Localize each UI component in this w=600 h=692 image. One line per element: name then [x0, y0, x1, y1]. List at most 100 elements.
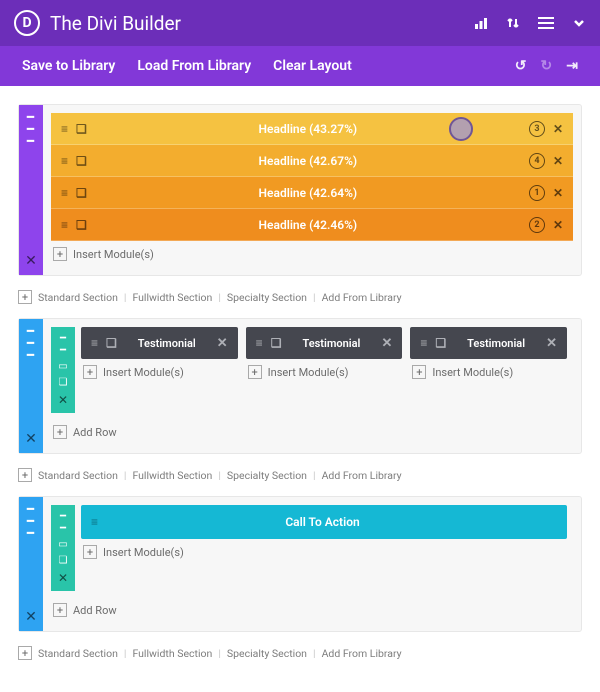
save-to-library-button[interactable]: Save to Library [22, 58, 115, 74]
drag-icon[interactable]: ≡ [420, 336, 427, 350]
close-icon[interactable]: ✕ [553, 218, 563, 232]
drag-icon[interactable]: ≡ [91, 336, 98, 350]
row-body: ≡ Call To Action +Insert Module(s) [75, 505, 573, 591]
duplicate-icon[interactable]: ❏ [76, 122, 87, 136]
insert-module-button[interactable]: +Insert Module(s) [246, 359, 403, 385]
duplicate-icon[interactable]: ❏ [271, 336, 282, 350]
module-headline[interactable]: ≡❏ Headline (42.64%) 1✕ [51, 177, 573, 209]
specialty-section-link[interactable]: Specialty Section [227, 647, 307, 660]
drag-icon[interactable]: ━━━ [27, 325, 35, 361]
cursor-indicator [449, 117, 473, 141]
drag-icon[interactable]: ≡ [256, 336, 263, 350]
row-handle[interactable]: ━━ ▭ ❏ ✕ [51, 505, 75, 591]
duplicate-icon[interactable]: ❏ [59, 377, 68, 389]
insert-module-button[interactable]: +Insert Module(s) [81, 539, 567, 565]
sort-icon[interactable] [506, 16, 520, 30]
insert-label: Insert Module(s) [73, 248, 154, 261]
specialty-section-link[interactable]: Specialty Section [227, 291, 307, 304]
fullwidth-section-link[interactable]: Fullwidth Section [132, 647, 212, 660]
module-testimonial[interactable]: ≡ ❏ Testimonial ✕ [81, 327, 238, 359]
plus-icon: + [18, 468, 32, 482]
fullwidth-section-link[interactable]: Fullwidth Section [132, 469, 212, 482]
drag-icon[interactable]: ━━ [60, 333, 66, 357]
close-icon[interactable]: ✕ [207, 336, 238, 351]
section-handle[interactable]: ━━━ ✕ [19, 105, 43, 275]
close-icon[interactable]: ✕ [25, 603, 37, 631]
specialty-section-link[interactable]: Specialty Section [227, 469, 307, 482]
drag-icon[interactable]: ≡ [91, 515, 98, 529]
drag-icon[interactable]: ≡ [61, 154, 68, 168]
row: ━━ ▭ ❏ ✕ ≡ Call To Action +Insert Module… [51, 505, 573, 591]
module-cta[interactable]: ≡ Call To Action [81, 505, 567, 539]
close-icon[interactable]: ✕ [25, 247, 37, 275]
clear-layout-button[interactable]: Clear Layout [273, 58, 352, 74]
duplicate-icon[interactable]: ❏ [76, 186, 87, 200]
module-label: Testimonial [127, 337, 207, 350]
columns-icon[interactable]: ▭ [58, 539, 67, 551]
drag-icon[interactable]: ≡ [61, 122, 68, 136]
standard-section-link[interactable]: Standard Section [38, 647, 118, 660]
header-subbar: Save to Library Load From Library Clear … [0, 46, 600, 86]
close-icon[interactable]: ✕ [553, 122, 563, 136]
module-testimonial[interactable]: ≡❏ Testimonial ✕ [246, 327, 403, 359]
close-icon[interactable]: ✕ [553, 186, 563, 200]
module-controls[interactable]: ≡❏ [51, 186, 97, 200]
close-icon[interactable]: ✕ [536, 336, 567, 351]
columns-icon[interactable]: ▭ [58, 361, 67, 373]
standard-section-link[interactable]: Standard Section [38, 469, 118, 482]
module-controls[interactable]: ≡❏ [51, 154, 97, 168]
close-icon[interactable]: ✕ [371, 336, 402, 351]
drag-icon[interactable]: ━━━ [27, 503, 35, 539]
close-icon[interactable]: ✕ [553, 154, 563, 168]
plus-icon: + [248, 365, 262, 379]
duplicate-icon[interactable]: ❏ [106, 336, 117, 350]
standard-section-link[interactable]: Standard Section [38, 291, 118, 304]
chevron-down-icon[interactable] [572, 16, 586, 30]
module-headline[interactable]: ≡❏ Headline (42.46%) 2✕ [51, 209, 573, 241]
module-label: Headline (42.67%) [97, 154, 519, 168]
add-row-button[interactable]: +Add Row [51, 419, 573, 445]
row-handle[interactable]: ━━ ▭ ❏ ✕ [51, 327, 75, 413]
duplicate-icon[interactable]: ❏ [435, 336, 446, 350]
column: ≡ ❏ Testimonial ✕ +Insert Module(s) [410, 327, 567, 385]
module-controls[interactable]: ≡❏ [51, 218, 97, 232]
duplicate-icon[interactable]: ❏ [76, 154, 87, 168]
close-icon[interactable]: ✕ [58, 571, 68, 585]
module-label: Call To Action [108, 515, 537, 529]
module-headline[interactable]: ≡❏ Headline (42.67%) 4✕ [51, 145, 573, 177]
module-testimonial[interactable]: ≡ ❏ Testimonial ✕ [410, 327, 567, 359]
columns: ≡ ❏ Testimonial ✕ +Insert Module(s) ≡ ❏ Te… [81, 327, 567, 385]
collapse-icon[interactable]: ⇥ [566, 58, 578, 74]
add-from-library-link[interactable]: Add From Library [322, 291, 402, 304]
drag-icon[interactable]: ━━ [60, 511, 66, 535]
duplicate-icon[interactable]: ❏ [76, 218, 87, 232]
close-icon[interactable]: ✕ [25, 425, 37, 453]
close-icon[interactable]: ✕ [58, 393, 68, 407]
module-label: Testimonial [456, 337, 536, 350]
undo-icon[interactable]: ↺ [515, 58, 527, 74]
add-row-button[interactable]: +Add Row [51, 597, 573, 623]
load-from-library-button[interactable]: Load From Library [137, 58, 251, 74]
menu-icon[interactable] [538, 16, 554, 30]
duplicate-icon[interactable]: ❏ [59, 555, 68, 567]
module-controls[interactable]: ≡❏ [51, 122, 97, 136]
insert-module-button[interactable]: +Insert Module(s) [410, 359, 567, 385]
drag-icon[interactable]: ━━━ [27, 111, 35, 147]
drag-icon[interactable]: ≡ [61, 186, 68, 200]
drag-icon[interactable]: ≡ [61, 218, 68, 232]
redo-icon[interactable]: ↻ [541, 58, 553, 74]
fullwidth-section-link[interactable]: Fullwidth Section [132, 291, 212, 304]
add-from-library-link[interactable]: Add From Library [322, 647, 402, 660]
module-headline[interactable]: ≡❏ Headline (43.27%) 3✕ [51, 113, 573, 145]
add-from-library-link[interactable]: Add From Library [322, 469, 402, 482]
variant-badge: 1 [529, 185, 545, 201]
header-icon-group [474, 16, 586, 30]
divi-logo: D [14, 10, 40, 36]
section-handle[interactable]: ━━━ ✕ [19, 319, 43, 453]
insert-module-button[interactable]: +Insert Module(s) [81, 359, 238, 385]
section-handle[interactable]: ━━━ ✕ [19, 497, 43, 631]
stats-icon[interactable] [474, 16, 488, 30]
plus-icon: + [83, 365, 97, 379]
insert-module-button[interactable]: + Insert Module(s) [51, 241, 573, 267]
row: ━━ ▭ ❏ ✕ ≡❏ Testimonial ✕ +Insert Mo [51, 327, 573, 413]
